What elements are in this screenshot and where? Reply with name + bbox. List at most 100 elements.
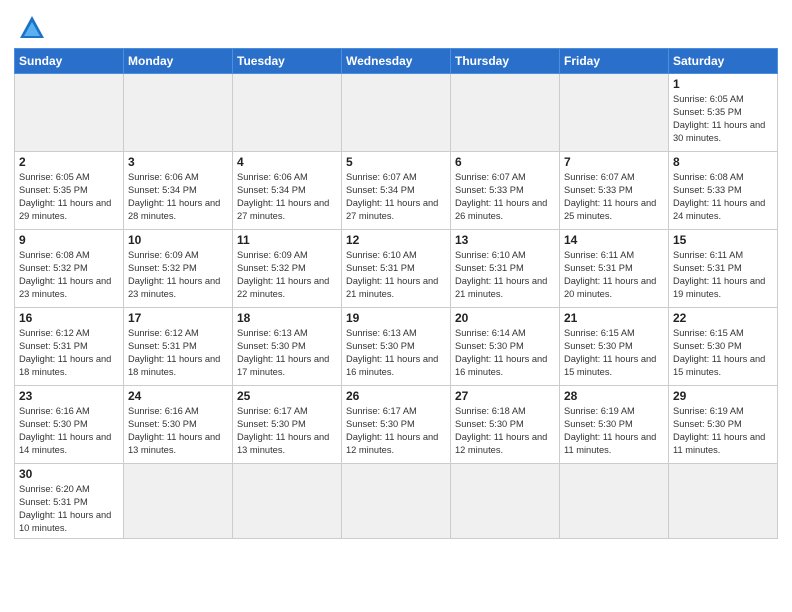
day-info: Sunrise: 6:05 AMSunset: 5:35 PMDaylight:… <box>673 93 773 145</box>
day-number: 2 <box>19 155 119 169</box>
weekday-header-thursday: Thursday <box>451 49 560 74</box>
day-info: Sunrise: 6:16 AMSunset: 5:30 PMDaylight:… <box>128 405 228 457</box>
calendar-cell: 20 Sunrise: 6:14 AMSunset: 5:30 PMDayligh… <box>451 308 560 386</box>
day-info: Sunrise: 6:07 AMSunset: 5:33 PMDaylight:… <box>455 171 555 223</box>
day-info: Sunrise: 6:19 AMSunset: 5:30 PMDaylight:… <box>673 405 773 457</box>
calendar-cell: 26Sunrise: 6:17 AMSunset: 5:30 PMDayligh… <box>342 386 451 464</box>
weekday-header-friday: Friday <box>560 49 669 74</box>
day-number: 3 <box>128 155 228 169</box>
day-number: 4 <box>237 155 337 169</box>
calendar-cell: 2Sunrise: 6:05 AMSunset: 5:35 PMDaylight… <box>15 152 124 230</box>
day-info: Sunrise: 6:15 AMSunset: 5:30 PMDaylight:… <box>564 327 664 379</box>
day-info: Sunrise: 6:13 AMSunset: 5:30 PMDaylight:… <box>237 327 337 379</box>
weekday-header-sunday: Sunday <box>15 49 124 74</box>
calendar-cell <box>233 74 342 152</box>
logo <box>14 14 46 42</box>
weekday-header-monday: Monday <box>124 49 233 74</box>
day-number: 1 <box>673 77 773 91</box>
day-info: Sunrise: 6:06 AMSunset: 5:34 PMDaylight:… <box>237 171 337 223</box>
calendar-cell: 3 Sunrise: 6:06 AMSunset: 5:34 PMDaylight… <box>124 152 233 230</box>
day-number: 30 <box>19 467 119 481</box>
day-number: 21 <box>564 311 664 325</box>
calendar-cell: 8 Sunrise: 6:08 AMSunset: 5:33 PMDaylight… <box>669 152 778 230</box>
calendar-cell: 17 Sunrise: 6:12 AMSunset: 5:31 PMDayligh… <box>124 308 233 386</box>
day-info: Sunrise: 6:12 AMSunset: 5:31 PMDaylight:… <box>128 327 228 379</box>
day-number: 28 <box>564 389 664 403</box>
day-info: Sunrise: 6:08 AMSunset: 5:32 PMDaylight:… <box>19 249 119 301</box>
day-info: Sunrise: 6:11 AMSunset: 5:31 PMDaylight:… <box>564 249 664 301</box>
calendar-cell <box>669 464 778 539</box>
calendar-cell <box>451 74 560 152</box>
calendar-cell: 9 Sunrise: 6:08 AMSunset: 5:32 PMDaylight… <box>15 230 124 308</box>
calendar-cell: 4 Sunrise: 6:06 AMSunset: 5:34 PMDaylight… <box>233 152 342 230</box>
calendar-cell: 22Sunrise: 6:15 AMSunset: 5:30 PMDayligh… <box>669 308 778 386</box>
day-number: 19 <box>346 311 446 325</box>
calendar-cell <box>451 464 560 539</box>
calendar-cell: 19 Sunrise: 6:13 AMSunset: 5:30 PMDayligh… <box>342 308 451 386</box>
day-info: Sunrise: 6:09 AMSunset: 5:32 PMDaylight:… <box>128 249 228 301</box>
day-info: Sunrise: 6:17 AMSunset: 5:30 PMDaylight:… <box>237 405 337 457</box>
day-number: 15 <box>673 233 773 247</box>
day-info: Sunrise: 6:08 AMSunset: 5:33 PMDaylight:… <box>673 171 773 223</box>
day-number: 10 <box>128 233 228 247</box>
logo-icon <box>18 14 46 42</box>
day-info: Sunrise: 6:11 AMSunset: 5:31 PMDaylight:… <box>673 249 773 301</box>
day-number: 25 <box>237 389 337 403</box>
weekday-header-wednesday: Wednesday <box>342 49 451 74</box>
calendar-cell <box>342 464 451 539</box>
day-number: 23 <box>19 389 119 403</box>
day-info: Sunrise: 6:19 AMSunset: 5:30 PMDaylight:… <box>564 405 664 457</box>
calendar-cell: 11 Sunrise: 6:09 AMSunset: 5:32 PMDayligh… <box>233 230 342 308</box>
calendar-cell <box>560 74 669 152</box>
calendar-cell: 7 Sunrise: 6:07 AMSunset: 5:33 PMDaylight… <box>560 152 669 230</box>
calendar-cell: 18Sunrise: 6:13 AMSunset: 5:30 PMDayligh… <box>233 308 342 386</box>
calendar-cell: 1 Sunrise: 6:05 AMSunset: 5:35 PMDaylight… <box>669 74 778 152</box>
calendar-table: SundayMondayTuesdayWednesdayThursdayFrid… <box>14 48 778 539</box>
day-number: 29 <box>673 389 773 403</box>
calendar-cell: 12 Sunrise: 6:10 AMSunset: 5:31 PMDayligh… <box>342 230 451 308</box>
day-info: Sunrise: 6:07 AMSunset: 5:33 PMDaylight:… <box>564 171 664 223</box>
weekday-header-tuesday: Tuesday <box>233 49 342 74</box>
calendar-cell <box>124 74 233 152</box>
calendar-cell: 15 Sunrise: 6:11 AMSunset: 5:31 PMDayligh… <box>669 230 778 308</box>
calendar-cell: 29 Sunrise: 6:19 AMSunset: 5:30 PMDayligh… <box>669 386 778 464</box>
calendar-cell <box>124 464 233 539</box>
calendar-cell: 10 Sunrise: 6:09 AMSunset: 5:32 PMDayligh… <box>124 230 233 308</box>
calendar-cell: 24 Sunrise: 6:16 AMSunset: 5:30 PMDayligh… <box>124 386 233 464</box>
calendar-cell: 23 Sunrise: 6:16 AMSunset: 5:30 PMDayligh… <box>15 386 124 464</box>
day-number: 12 <box>346 233 446 247</box>
day-info: Sunrise: 6:13 AMSunset: 5:30 PMDaylight:… <box>346 327 446 379</box>
weekday-header-saturday: Saturday <box>669 49 778 74</box>
calendar-cell: 5 Sunrise: 6:07 AMSunset: 5:34 PMDaylight… <box>342 152 451 230</box>
day-info: Sunrise: 6:06 AMSunset: 5:34 PMDaylight:… <box>128 171 228 223</box>
day-number: 14 <box>564 233 664 247</box>
day-number: 24 <box>128 389 228 403</box>
day-number: 17 <box>128 311 228 325</box>
day-number: 9 <box>19 233 119 247</box>
day-info: Sunrise: 6:10 AMSunset: 5:31 PMDaylight:… <box>346 249 446 301</box>
day-number: 16 <box>19 311 119 325</box>
calendar-cell: 27Sunrise: 6:18 AMSunset: 5:30 PMDayligh… <box>451 386 560 464</box>
calendar-cell <box>15 74 124 152</box>
day-number: 6 <box>455 155 555 169</box>
day-number: 8 <box>673 155 773 169</box>
day-number: 20 <box>455 311 555 325</box>
calendar-cell <box>560 464 669 539</box>
day-number: 13 <box>455 233 555 247</box>
day-info: Sunrise: 6:09 AMSunset: 5:32 PMDaylight:… <box>237 249 337 301</box>
calendar-cell: 16Sunrise: 6:12 AMSunset: 5:31 PMDayligh… <box>15 308 124 386</box>
day-number: 7 <box>564 155 664 169</box>
calendar-cell: 13Sunrise: 6:10 AMSunset: 5:31 PMDayligh… <box>451 230 560 308</box>
day-number: 22 <box>673 311 773 325</box>
day-info: Sunrise: 6:16 AMSunset: 5:30 PMDaylight:… <box>19 405 119 457</box>
day-info: Sunrise: 6:17 AMSunset: 5:30 PMDaylight:… <box>346 405 446 457</box>
calendar-cell <box>342 74 451 152</box>
header <box>14 10 778 42</box>
day-info: Sunrise: 6:07 AMSunset: 5:34 PMDaylight:… <box>346 171 446 223</box>
calendar-cell: 25 Sunrise: 6:17 AMSunset: 5:30 PMDayligh… <box>233 386 342 464</box>
calendar-cell: 14 Sunrise: 6:11 AMSunset: 5:31 PMDayligh… <box>560 230 669 308</box>
day-info: Sunrise: 6:20 AMSunset: 5:31 PMDaylight:… <box>19 483 119 535</box>
day-info: Sunrise: 6:14 AMSunset: 5:30 PMDaylight:… <box>455 327 555 379</box>
day-number: 11 <box>237 233 337 247</box>
day-number: 5 <box>346 155 446 169</box>
